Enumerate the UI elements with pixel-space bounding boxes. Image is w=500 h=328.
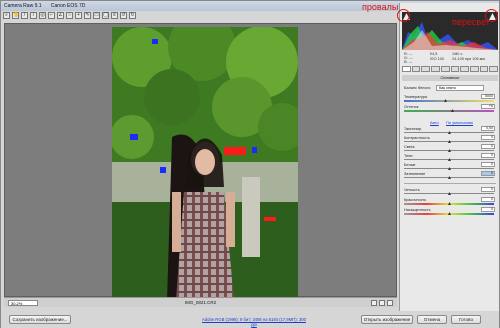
- tint-slider[interactable]: [404, 110, 494, 112]
- aperture-value: f/4,5: [430, 52, 438, 56]
- shutter-value: 1/80 с: [452, 52, 463, 56]
- white-balance-tool-icon[interactable]: /: [21, 12, 28, 19]
- clarity-value[interactable]: 0: [481, 187, 495, 192]
- highlights-label: Света: [404, 145, 415, 149]
- preview-area[interactable]: [4, 23, 397, 301]
- temperature-slider[interactable]: [404, 100, 494, 102]
- tab-basic[interactable]: [402, 66, 411, 72]
- adjustment-brush-icon[interactable]: ✎: [84, 12, 91, 19]
- rotate-left-icon[interactable]: ↺: [120, 12, 127, 19]
- toolbar: ⌕ ✋ / / ◎ ⌐ ∠ ○ + ✎ ▭ ◯ ≡ ↺ ↻: [3, 12, 136, 22]
- saturation-value[interactable]: 0: [481, 207, 495, 212]
- camera-raw-window: Camera Raw 9.1 Canon EOS 7D ⌕ ✋ / / ◎ ⌐ …: [0, 0, 500, 328]
- tab-detail[interactable]: [421, 66, 431, 72]
- spot-removal-icon[interactable]: ○: [66, 12, 73, 19]
- before-after-icon[interactable]: [371, 300, 377, 306]
- done-button[interactable]: Готово: [451, 315, 481, 324]
- graduated-filter-icon[interactable]: ▭: [93, 12, 100, 19]
- tab-camera-calibration[interactable]: [469, 66, 479, 72]
- shadows-value[interactable]: 0: [481, 153, 495, 158]
- panel-tabs: [402, 66, 499, 73]
- whites-label: Белые: [404, 163, 416, 167]
- shadow-clip-highlight-circle: [397, 9, 410, 22]
- temperature-value[interactable]: 5000: [481, 94, 495, 99]
- preferences-icon[interactable]: ≡: [111, 12, 118, 19]
- straighten-tool-icon[interactable]: ∠: [57, 12, 64, 19]
- workflow-options-link[interactable]: Adobe RGB (1998); 8 бит; 3456 на 5184 (1…: [199, 317, 309, 327]
- vibrance-value[interactable]: 0: [481, 197, 495, 202]
- camera-title: Canon EOS 7D: [50, 3, 86, 9]
- file-name: IMG_0821.CR2: [184, 300, 217, 305]
- contrast-value[interactable]: 0: [481, 135, 495, 140]
- color-sampler-icon[interactable]: /: [30, 12, 37, 19]
- section-title: Основные: [402, 75, 498, 81]
- default-link[interactable]: По умолчанию: [446, 120, 473, 125]
- tab-presets[interactable]: [479, 66, 489, 72]
- save-image-button[interactable]: Сохранить изображение...: [9, 315, 71, 324]
- zoom-tool-icon[interactable]: ⌕: [3, 12, 10, 19]
- annotation-shadows: провалы: [362, 2, 399, 12]
- vibrance-label: Красочность: [404, 198, 427, 202]
- swap-icon[interactable]: [379, 300, 385, 306]
- blacks-value[interactable]: 0: [481, 171, 495, 176]
- exposure-label: Экспонир.: [404, 127, 422, 131]
- tab-tone-curve[interactable]: [411, 66, 421, 72]
- tab-hsl[interactable]: [431, 66, 440, 72]
- white-balance-label: Баланс белого:: [404, 86, 431, 90]
- whites-value[interactable]: 0: [481, 162, 495, 167]
- adjustments-panel: R: --- G: --- B: --- f/4,5 1/80 с ISO 10…: [399, 3, 499, 311]
- radial-filter-icon[interactable]: ◯: [102, 12, 109, 19]
- lens-value: 24-105 при 105 мм: [452, 57, 485, 61]
- tint-value[interactable]: +6: [481, 104, 495, 109]
- contrast-label: Контрастность: [404, 136, 430, 140]
- highlights-value[interactable]: 0: [481, 144, 495, 149]
- preview-image: [112, 27, 298, 301]
- settings-copy-icon[interactable]: [387, 300, 393, 306]
- clarity-label: Четкость: [404, 188, 420, 192]
- shadows-label: Тени: [404, 154, 413, 158]
- temperature-label: Температура: [404, 95, 427, 99]
- preview-status-bar: 30,2% IMG_0821.CR2: [4, 297, 397, 307]
- rotate-right-icon[interactable]: ↻: [129, 12, 136, 19]
- saturation-label: Насыщенность: [404, 208, 431, 212]
- tint-label: Оттенок: [404, 105, 419, 109]
- camera-info: R: --- G: --- B: --- f/4,5 1/80 с ISO 10…: [402, 51, 498, 65]
- footer-bar: Сохранить изображение... Adobe RGB (1998…: [1, 312, 499, 328]
- crop-tool-icon[interactable]: ⌐: [48, 12, 55, 19]
- cancel-button[interactable]: Отмена: [417, 315, 447, 324]
- annotation-highlights: пересвет: [452, 17, 490, 27]
- red-eye-icon[interactable]: +: [75, 12, 82, 19]
- white-balance-select[interactable]: Как снято: [436, 85, 484, 91]
- rgb-b: B: ---: [404, 60, 413, 64]
- iso-value: ISO 100: [430, 57, 444, 61]
- tab-snapshots[interactable]: [489, 66, 499, 72]
- auto-link[interactable]: Авто: [430, 120, 439, 125]
- app-title: Camera Raw 9.1: [4, 3, 42, 9]
- preview-icons: [371, 300, 393, 306]
- tab-effects[interactable]: [460, 66, 469, 72]
- targeted-adjust-icon[interactable]: ◎: [39, 12, 46, 19]
- hand-tool-icon[interactable]: ✋: [12, 12, 19, 19]
- tab-lens[interactable]: [450, 66, 460, 72]
- tab-split-toning[interactable]: [440, 66, 450, 72]
- open-image-button[interactable]: Открыть изображение: [361, 315, 413, 324]
- section-divider: [404, 183, 496, 184]
- blacks-label: Затемнение: [404, 172, 426, 176]
- exposure-value[interactable]: 0,00: [481, 126, 495, 131]
